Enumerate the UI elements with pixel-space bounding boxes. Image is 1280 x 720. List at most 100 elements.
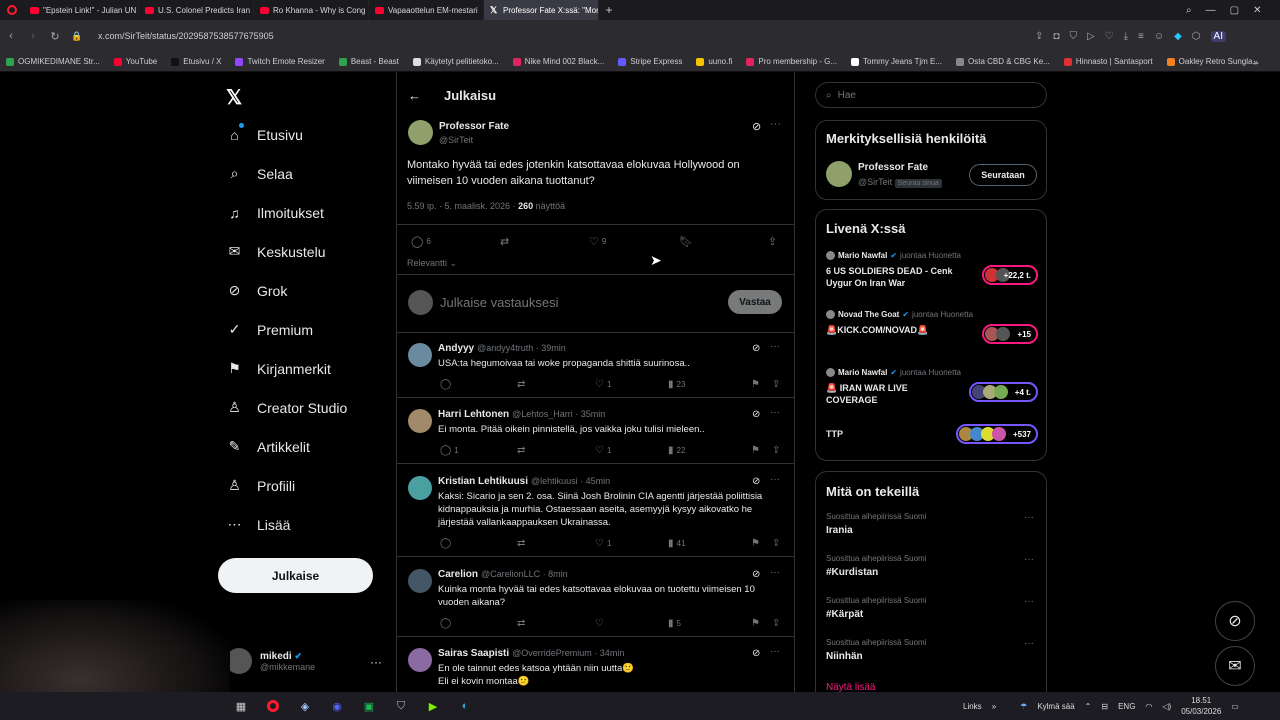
bookmark-item[interactable]: Pro membership - G... — [746, 57, 837, 66]
author-avatar[interactable] — [408, 120, 433, 145]
maximize-button[interactable]: ▢ — [1230, 5, 1239, 16]
views-button[interactable]: ▮ 5 — [668, 618, 681, 629]
nav-item-grok[interactable]: ⊘ Grok — [226, 282, 288, 299]
grok-icon[interactable]: ⊘ — [752, 409, 760, 420]
nav-item-lisää[interactable]: ⋯ Lisää — [226, 516, 291, 533]
reply-item[interactable]: Carelion @CarelionLLC · 8min ⊘ ··· Kuinka mo… — [396, 567, 795, 646]
forward-icon[interactable]: › — [22, 30, 44, 42]
language-indicator[interactable]: ENG — [1118, 702, 1135, 711]
new-tab-button[interactable]: + — [599, 3, 619, 17]
bookmark-item[interactable]: YouTube — [113, 57, 157, 66]
weather-text[interactable]: Kylmä sää — [1037, 702, 1074, 711]
more-icon[interactable]: ··· — [770, 567, 780, 578]
publish-button[interactable]: Julkaise — [218, 558, 373, 593]
listener-count-pill[interactable]: +22,2 t. — [982, 265, 1038, 285]
more-icon[interactable]: ··· — [770, 474, 780, 485]
bookmark-item[interactable]: Käytetyt pelitietoko... — [412, 57, 499, 66]
camera-icon[interactable]: ◘ — [1053, 31, 1059, 42]
download-icon[interactable]: ⤓ — [1124, 31, 1128, 42]
repost-button[interactable]: ⇄ — [517, 379, 525, 390]
grok-icon[interactable]: ⊘ — [752, 120, 761, 133]
reply-handle[interactable]: @Lehtos_Harri · 35min — [512, 409, 605, 419]
live-item[interactable]: Novad The Goat ✔ juontaa Huonetta 🚨KICK.COM… — [826, 310, 1038, 360]
spotify-icon[interactable]: ▣ — [358, 697, 380, 715]
sort-dropdown[interactable]: Relevantti ⌄ — [407, 258, 457, 269]
browser-tab[interactable]: "Epstein Link!" - Julian UN — [24, 0, 139, 20]
bookmark-item[interactable]: uuno.fi — [696, 57, 732, 66]
views-button[interactable]: ▮ 23 — [668, 379, 685, 390]
opera-icon[interactable] — [0, 0, 24, 20]
author-handle[interactable]: @SirTeit — [439, 135, 473, 145]
grok-icon[interactable]: ⊘ — [752, 569, 760, 580]
bookmark-item[interactable]: Etusivu / X — [171, 57, 221, 66]
bookmark-item[interactable]: OGMIKEDIMANE Str... — [6, 57, 100, 66]
more-icon[interactable]: ··· — [1024, 596, 1034, 607]
avatar[interactable] — [826, 161, 852, 187]
minimize-button[interactable]: — — [1206, 5, 1216, 16]
volume-icon[interactable]: ◁) — [1162, 702, 1171, 711]
reply-author[interactable]: Harri Lehtonen — [438, 409, 509, 420]
shield-icon[interactable]: ⛉ — [1069, 31, 1077, 42]
browser-tab[interactable]: Vapaaottelun EM-mestari — [369, 0, 484, 20]
post-timestamp[interactable]: 5.59 ip. · 5. maalisk. 2026 · — [407, 201, 516, 211]
listener-count-pill[interactable]: +537 — [956, 424, 1038, 444]
back-icon[interactable]: ‹ — [0, 30, 22, 42]
reply-button[interactable]: ◯ 6 — [411, 235, 431, 248]
account-switcher[interactable]: mikedi ✔ @mikkemane — [226, 648, 315, 674]
shield-icon[interactable]: ⛉ — [390, 697, 412, 715]
play-icon[interactable]: ▷ — [1087, 31, 1095, 42]
task-view-icon[interactable]: ▦ — [230, 697, 252, 715]
trend-item[interactable]: Suosittua aihepiirissä Suomi Niinhän ··· — [826, 638, 1038, 674]
more-icon[interactable]: ··· — [770, 341, 780, 352]
bookmark-item[interactable]: Beast - Beast — [338, 57, 399, 66]
chevron-icon[interactable]: » — [992, 702, 996, 711]
bookmark-button[interactable]: ⚑ — [751, 538, 760, 549]
author-name[interactable]: Professor Fate — [439, 121, 509, 132]
nav-item-profiili[interactable]: ♙ Profiili — [226, 477, 295, 494]
avatar[interactable] — [408, 476, 432, 500]
close-window-button[interactable]: ✕ — [1253, 5, 1261, 16]
reply-author[interactable]: Carelion — [438, 569, 478, 580]
repost-button[interactable]: ⇄ — [517, 618, 525, 629]
browser-tab[interactable]: Ro Khanna - Why is Cong — [254, 0, 369, 20]
bookmark-item[interactable]: Hinnasto | Santasport — [1063, 57, 1153, 66]
bookmark-item[interactable]: Nike Mind 002 Black... — [512, 57, 604, 66]
share-icon[interactable]: ⇪ — [1035, 31, 1043, 42]
more-icon[interactable]: ··· — [770, 407, 780, 418]
edge-icon[interactable]: ◐ — [454, 697, 476, 715]
notification-icon[interactable]: ▭ — [1231, 702, 1239, 711]
extension-icon[interactable]: ◆ — [1174, 31, 1182, 42]
reply-item[interactable]: Harri Lehtonen @Lehtos_Harri · 35min ⊘ ··· E… — [396, 407, 795, 474]
share-button[interactable]: ⇪ — [772, 538, 780, 549]
nav-item-ilmoitukset[interactable]: ♫ Ilmoitukset — [226, 204, 324, 221]
opera-icon[interactable] — [262, 697, 284, 715]
share-button[interactable]: ⇪ — [768, 235, 777, 248]
browser-tab[interactable]: U.S. Colonel Predicts Iran — [139, 0, 254, 20]
reply-submit-button[interactable]: Vastaa — [728, 290, 782, 314]
links-toolbar[interactable]: Links — [963, 702, 982, 711]
avatar[interactable] — [408, 343, 432, 367]
url-field[interactable]: x.com/SirTeit/status/2029587538577675905 — [98, 31, 274, 41]
repost-button[interactable]: ⇄ — [517, 538, 525, 549]
trend-item[interactable]: Suosittua aihepiirissä Suomi #Kurdistan ··… — [826, 554, 1038, 590]
views-button[interactable]: ▮ 22 — [668, 445, 685, 456]
account-more-icon[interactable]: ··· — [370, 655, 382, 669]
more-icon[interactable]: ··· — [1024, 512, 1034, 523]
reply-handle[interactable]: @andyy4truth · 39min — [477, 343, 566, 353]
reply-composer[interactable]: Julkaise vastauksesi — [440, 295, 559, 310]
browser-tab-active[interactable]: 𝕏 Professor Fate X:ssä: "Mon — [484, 0, 599, 20]
person-name[interactable]: Professor Fate — [858, 162, 928, 173]
cube-icon[interactable]: ⬡ — [1192, 31, 1201, 42]
reply-button[interactable]: ◯ — [440, 618, 454, 629]
bookmark-item[interactable]: Tommy Jeans Tjm E... — [851, 57, 942, 66]
reply-button[interactable]: ◯ 1 — [440, 445, 459, 456]
listener-count-pill[interactable]: +4 t. — [969, 382, 1038, 402]
share-button[interactable]: ⇪ — [772, 379, 780, 390]
clock[interactable]: 18.51 05/03/2026 — [1181, 695, 1221, 717]
bookmark-item[interactable]: Oakley Retro Sungla... — [1166, 57, 1259, 66]
grok-icon[interactable]: ⊘ — [752, 648, 760, 659]
views-button[interactable]: ▮ 41 — [668, 538, 685, 549]
more-bookmarks-icon[interactable]: » — [1253, 57, 1258, 67]
media-icon[interactable]: ▶ — [422, 697, 444, 715]
back-arrow-icon[interactable]: ← — [408, 88, 421, 103]
